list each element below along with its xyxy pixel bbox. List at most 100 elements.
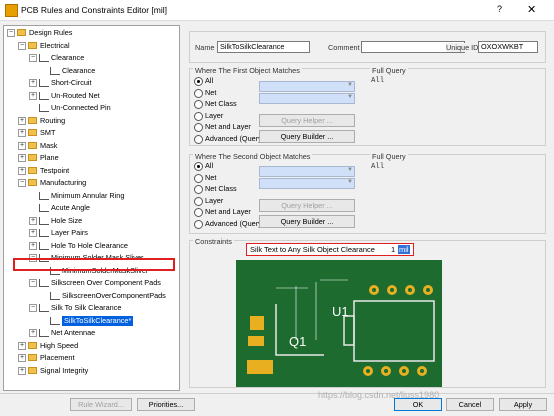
tree-item[interactable]: + Signal Integrity xyxy=(4,366,176,376)
tree-item[interactable]: − Clearance xyxy=(4,53,176,63)
tree-item[interactable]: + Routing xyxy=(4,116,176,126)
expand-icon[interactable]: + xyxy=(18,166,26,175)
second-radio-label: Layer xyxy=(205,195,224,205)
name-label: Name xyxy=(195,43,215,52)
expand-icon[interactable]: + xyxy=(18,341,26,350)
cancel-button[interactable]: Cancel xyxy=(446,398,494,411)
expand-icon[interactable]: + xyxy=(18,366,26,375)
collapse-icon[interactable]: − xyxy=(18,179,26,187)
tree-item[interactable]: + Mask xyxy=(4,141,176,151)
first-radio-2[interactable] xyxy=(194,100,203,109)
apply-button[interactable]: Apply xyxy=(499,398,547,411)
tree-item[interactable]: + SMT xyxy=(4,128,176,138)
close-icon[interactable]: ✕ xyxy=(527,3,536,16)
tree-item[interactable]: − Manufacturing xyxy=(4,178,176,188)
tree-item[interactable]: − Silkscreen Over Component Pads xyxy=(4,278,176,288)
expand-icon[interactable]: + xyxy=(18,116,26,125)
tree-item[interactable]: − Electrical xyxy=(4,41,176,51)
tree-item[interactable]: SilkToSilkClearance* xyxy=(4,315,176,326)
help-button[interactable]: ? xyxy=(497,4,502,14)
second-radio-0[interactable] xyxy=(194,162,203,171)
tree-item[interactable]: − Silk To Silk Clearance xyxy=(4,303,176,313)
tree-item[interactable]: + Un-Routed Net xyxy=(4,91,176,101)
tree-item-label: Plane xyxy=(40,153,59,162)
expand-icon[interactable]: + xyxy=(18,154,26,162)
second-radio-2[interactable] xyxy=(194,185,203,194)
name-field[interactable]: SilkToSilkClearance xyxy=(217,41,310,53)
tree-item[interactable]: Acute Angle xyxy=(4,203,176,213)
tree-item[interactable]: + Hole To Hole Clearance xyxy=(4,241,176,251)
second-net-class-combo[interactable]: ▼ xyxy=(259,178,355,189)
first-radio-0[interactable] xyxy=(194,77,203,86)
expand-icon[interactable]: + xyxy=(18,129,26,137)
tree-item-label: SilkToSilkClearance* xyxy=(62,315,134,326)
first-radio-4[interactable] xyxy=(194,123,203,132)
second-radio-1[interactable] xyxy=(194,173,203,183)
collapse-icon[interactable]: − xyxy=(7,29,15,37)
second-radio-4[interactable] xyxy=(194,208,203,217)
expand-icon[interactable]: + xyxy=(29,79,37,87)
clearance-diagram: Q1 U1 xyxy=(236,260,442,387)
tree-item[interactable]: + Testpoint xyxy=(4,166,176,176)
rule-icon xyxy=(50,316,60,325)
second-radio-label: Advanced (Query) xyxy=(205,218,265,228)
tree-item-label: Un-Connected Pin xyxy=(51,103,111,112)
u1-label: U1 xyxy=(332,304,349,319)
second-radio-label: Net and Layer xyxy=(205,207,251,216)
expand-icon[interactable]: + xyxy=(29,329,37,337)
expand-icon[interactable]: + xyxy=(18,141,26,150)
second-query-helper-button[interactable]: Query Helper ... xyxy=(259,199,355,212)
second-radio-label: Net xyxy=(205,172,217,182)
rule-icon xyxy=(39,279,49,287)
second-query-builder-button[interactable]: Query Builder ... xyxy=(259,215,355,228)
tree-item[interactable]: Un-Connected Pin xyxy=(4,103,176,113)
u1-hole-6 xyxy=(384,369,388,373)
tree-item-label: Hole To Hole Clearance xyxy=(51,240,128,250)
first-query-builder-button[interactable]: Query Builder ... xyxy=(259,130,355,143)
expand-icon[interactable]: + xyxy=(18,354,26,362)
tree-item-label: High Speed xyxy=(40,340,79,350)
first-radio-5[interactable] xyxy=(194,134,203,144)
unique-id-field[interactable]: OXOXWKBT xyxy=(478,41,538,53)
first-radio-3[interactable] xyxy=(194,111,203,121)
rule-icon xyxy=(39,191,49,200)
tree-item[interactable]: + Net Antennae xyxy=(4,328,176,338)
first-radio-1[interactable] xyxy=(194,88,203,98)
rules-tree[interactable]: − Design Rules − Electrical − Clearance Cleara… xyxy=(3,25,180,391)
first-query-helper-button[interactable]: Query Helper ... xyxy=(259,114,355,127)
rule-wizard-button[interactable]: Rule Wizard... xyxy=(70,398,132,411)
tree-item[interactable]: + Short-Circuit xyxy=(4,78,176,88)
second-radio-3[interactable] xyxy=(194,196,203,206)
second-radio-5[interactable] xyxy=(194,219,203,229)
tree-item[interactable]: + Layer Pairs xyxy=(4,228,176,238)
first-net-combo[interactable]: ▼ xyxy=(259,81,355,92)
tree-item-label: Clearance xyxy=(62,65,96,75)
rule-icon xyxy=(39,229,49,237)
u1-hole-3 xyxy=(408,288,412,292)
tree-item[interactable]: + Placement xyxy=(4,353,176,363)
second-net-combo[interactable]: ▼ xyxy=(259,166,355,177)
expand-icon[interactable]: + xyxy=(29,216,37,225)
collapse-icon[interactable]: − xyxy=(18,41,26,50)
priorities-button[interactable]: Priorities... xyxy=(137,398,195,411)
tree-item-label: Short-Circuit xyxy=(51,78,92,87)
expand-icon[interactable]: + xyxy=(29,229,37,237)
second-object-title: Where The Second Object Matches xyxy=(193,152,313,161)
collapse-icon[interactable]: − xyxy=(29,279,37,287)
collapse-icon[interactable]: − xyxy=(29,54,37,62)
expand-icon[interactable]: + xyxy=(29,91,37,100)
ok-button[interactable]: OK xyxy=(394,398,442,411)
tree-item[interactable]: − Design Rules xyxy=(4,28,176,38)
tree-item[interactable]: Clearance xyxy=(4,66,176,76)
rule-icon xyxy=(39,241,49,250)
tree-item[interactable]: SilkscreenOverComponentPads xyxy=(4,291,176,301)
collapse-icon[interactable]: − xyxy=(29,304,37,312)
tree-item[interactable]: + Hole Size xyxy=(4,216,176,226)
tree-item[interactable]: + High Speed xyxy=(4,341,176,351)
tree-item[interactable]: Minimum Annular Ring xyxy=(4,191,176,201)
tree-item[interactable]: + Plane xyxy=(4,153,176,163)
first-net-class-combo[interactable]: ▼ xyxy=(259,93,355,104)
first-radio-label: Net and Layer xyxy=(205,122,251,131)
clearance-value-field[interactable]: 1 xyxy=(391,245,395,254)
expand-icon[interactable]: + xyxy=(29,241,37,250)
